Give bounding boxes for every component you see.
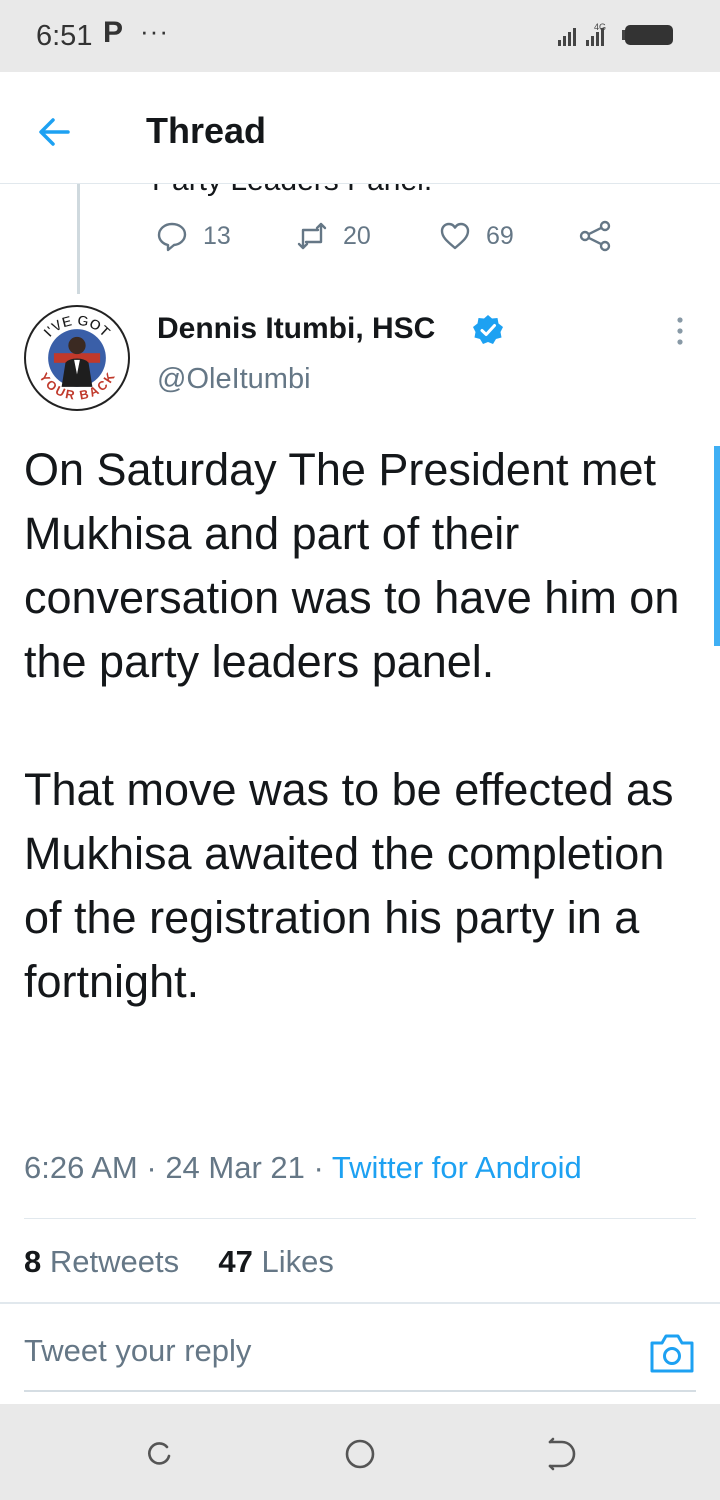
recents-icon [148, 1442, 171, 1465]
heart-icon [440, 222, 470, 250]
likes-label: Likes [261, 1244, 334, 1279]
signal-icon [558, 28, 576, 46]
reply-count: 13 [203, 221, 231, 250]
reply-underline [24, 1390, 696, 1392]
reply-input[interactable]: Tweet your reply [24, 1333, 251, 1369]
retweets-count: 8 [24, 1244, 42, 1279]
network-type-label: 4G [594, 22, 606, 32]
more-options-button[interactable] [664, 314, 696, 348]
tweet-meta: 6:26 AM · 24 Mar 21 · Twitter for Androi… [24, 1150, 582, 1186]
meta-separator: · [146, 1150, 166, 1185]
page-title: Thread [146, 110, 267, 151]
tweet-paragraph: On Saturday The President met Mukhisa an… [24, 444, 680, 687]
share-button[interactable] [578, 214, 612, 258]
tweet-paragraph: That move was to be effected as Mukhisa … [24, 764, 674, 1007]
scrollbar[interactable] [714, 446, 720, 646]
author-name[interactable]: Dennis Itumbi, HSC [157, 312, 435, 346]
share-icon [579, 220, 611, 252]
reply-button[interactable]: 13 [155, 214, 231, 258]
home-icon [345, 1439, 375, 1469]
system-navigation-bar [0, 1404, 720, 1500]
divider [0, 1302, 720, 1304]
previous-tweet-actions: 13 20 69 [155, 214, 625, 258]
profile-picture: I'VE GOT YOUR BACK [26, 307, 128, 409]
camera-icon [650, 1334, 694, 1373]
parking-app-icon: P [103, 16, 124, 49]
retweet-button[interactable]: 20 [295, 214, 371, 258]
likes-count: 47 [218, 1244, 253, 1279]
arrow-left-icon [39, 118, 70, 146]
retweets-stat[interactable]: 8 Retweets [24, 1244, 179, 1279]
reply-icon [157, 222, 187, 252]
tweet-body: On Saturday The President met Mukhisa an… [24, 438, 704, 1014]
tweet-date: 24 Mar 21 [165, 1150, 305, 1185]
back-nav-button[interactable] [542, 1436, 578, 1472]
back-nav-icon [548, 1437, 576, 1471]
like-button[interactable]: 69 [438, 214, 514, 258]
divider [24, 1218, 696, 1219]
retweet-icon [297, 222, 327, 250]
status-time: 6:51 [36, 20, 93, 52]
retweets-label: Retweets [49, 1244, 180, 1279]
tweet-source-link[interactable]: Twitter for Android [332, 1150, 582, 1185]
notification-overflow-icon: ··· [140, 16, 169, 46]
status-bar: 6:51 P ··· 4G [0, 0, 720, 72]
avatar[interactable]: I'VE GOT YOUR BACK [24, 305, 130, 411]
likes-stat[interactable]: 47 Likes [218, 1244, 333, 1279]
battery-icon [622, 25, 673, 45]
tweet-time: 6:26 AM [24, 1150, 138, 1185]
thread-connector-line [77, 184, 80, 294]
author-handle[interactable]: @OleItumbi [157, 363, 311, 396]
tweet-stats: 8 Retweets 47 Likes [24, 1244, 334, 1280]
like-count: 69 [486, 221, 514, 250]
back-button[interactable] [30, 108, 78, 156]
retweet-count: 20 [343, 221, 371, 250]
thread-header: Thread [0, 72, 720, 184]
status-indicators: 4G [558, 22, 698, 52]
more-vertical-icon [677, 317, 683, 345]
meta-separator: · [313, 1150, 332, 1185]
verified-badge-icon [471, 313, 505, 347]
previous-tweet-text: Party Leaders Panel. [152, 184, 492, 196]
home-button[interactable] [342, 1436, 378, 1472]
camera-button[interactable] [648, 1330, 696, 1376]
recents-button[interactable] [142, 1436, 178, 1472]
